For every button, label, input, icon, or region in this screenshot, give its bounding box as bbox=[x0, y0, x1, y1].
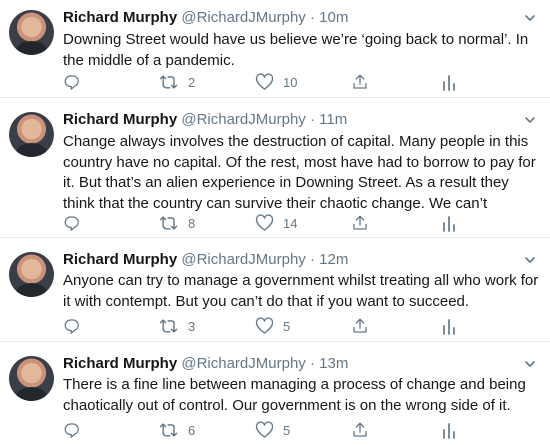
like-button[interactable]: 5 bbox=[255, 316, 290, 336]
share-icon bbox=[353, 74, 367, 89]
retweet-icon bbox=[159, 423, 178, 437]
share-button[interactable] bbox=[351, 420, 369, 440]
author-name[interactable]: Richard Murphy bbox=[63, 111, 177, 128]
like-icon bbox=[255, 317, 274, 334]
analytics-icon bbox=[443, 423, 455, 439]
tweet-actions: 8 14 bbox=[63, 213, 533, 233]
tweet-text: Anyone can try to manage a government wh… bbox=[63, 272, 539, 310]
like-count: 5 bbox=[283, 422, 291, 438]
retweet-count: 2 bbox=[188, 74, 196, 90]
chevron-down-icon[interactable] bbox=[524, 358, 536, 370]
reply-button[interactable] bbox=[63, 420, 81, 440]
tweet[interactable]: Richard Murphy @RichardJMurphy · 10m Dow… bbox=[0, 0, 550, 98]
analytics-button[interactable] bbox=[441, 72, 457, 92]
tweet-header: Richard Murphy @RichardJMurphy · 13m bbox=[63, 354, 348, 374]
share-icon bbox=[353, 422, 367, 437]
separator: · bbox=[309, 251, 315, 268]
retweet-count: 8 bbox=[188, 215, 196, 231]
retweet-button[interactable]: 6 bbox=[159, 420, 195, 440]
author-handle[interactable]: @RichardJMurphy bbox=[181, 111, 305, 128]
analytics-button[interactable] bbox=[441, 316, 457, 336]
like-button[interactable]: 5 bbox=[255, 420, 290, 440]
avatar[interactable] bbox=[9, 356, 54, 401]
reply-icon bbox=[64, 75, 79, 90]
reply-button[interactable] bbox=[63, 316, 81, 336]
avatar[interactable] bbox=[9, 252, 54, 297]
author-handle[interactable]: @RichardJMurphy bbox=[181, 355, 305, 372]
retweet-button[interactable]: 2 bbox=[159, 72, 195, 92]
retweet-count: 6 bbox=[188, 422, 196, 438]
analytics-button[interactable] bbox=[441, 213, 457, 233]
tweet-actions: 2 10 bbox=[63, 72, 533, 92]
avatar[interactable] bbox=[9, 112, 54, 157]
author-handle[interactable]: @RichardJMurphy bbox=[181, 251, 305, 268]
separator: · bbox=[309, 111, 315, 128]
retweet-button[interactable]: 8 bbox=[159, 213, 195, 233]
tweet-text: Change always involves the destruction o… bbox=[63, 133, 536, 212]
author-name[interactable]: Richard Murphy bbox=[63, 355, 177, 372]
tweet-actions: 6 5 bbox=[63, 420, 533, 440]
tweet-actions: 3 5 bbox=[63, 316, 533, 336]
reply-button[interactable] bbox=[63, 213, 81, 233]
tweet-header: Richard Murphy @RichardJMurphy · 12m bbox=[63, 250, 348, 270]
share-icon bbox=[353, 318, 367, 333]
like-icon bbox=[255, 421, 274, 438]
analytics-icon bbox=[443, 75, 455, 91]
separator: · bbox=[309, 9, 315, 26]
author-name[interactable]: Richard Murphy bbox=[63, 9, 177, 26]
reply-icon bbox=[64, 423, 79, 438]
tweet[interactable]: Richard Murphy @RichardJMurphy · 12m Any… bbox=[0, 238, 550, 342]
like-button[interactable]: 14 bbox=[255, 213, 297, 233]
tweet[interactable]: Richard Murphy @RichardJMurphy · 13m The… bbox=[0, 342, 550, 445]
chevron-down-icon[interactable] bbox=[524, 114, 536, 126]
author-name[interactable]: Richard Murphy bbox=[63, 251, 177, 268]
retweet-button[interactable]: 3 bbox=[159, 316, 195, 336]
tweet[interactable]: Richard Murphy @RichardJMurphy · 11m Cha… bbox=[0, 98, 550, 238]
retweet-icon bbox=[159, 216, 178, 230]
tweet-header: Richard Murphy @RichardJMurphy · 11m bbox=[63, 110, 347, 130]
chevron-down-icon[interactable] bbox=[524, 254, 536, 266]
tweet-text: There is a fine line between managing a … bbox=[63, 376, 526, 414]
chevron-down-icon[interactable] bbox=[524, 12, 536, 24]
like-count: 14 bbox=[283, 215, 298, 231]
like-icon bbox=[255, 214, 274, 231]
analytics-icon bbox=[443, 216, 455, 232]
like-count: 5 bbox=[283, 318, 291, 334]
author-handle[interactable]: @RichardJMurphy bbox=[181, 9, 305, 26]
share-button[interactable] bbox=[351, 72, 369, 92]
share-button[interactable] bbox=[351, 213, 369, 233]
timestamp[interactable]: 11m bbox=[319, 111, 347, 128]
retweet-icon bbox=[159, 75, 178, 89]
separator: · bbox=[309, 355, 315, 372]
retweet-icon bbox=[159, 319, 178, 333]
like-icon bbox=[255, 73, 274, 90]
timestamp[interactable]: 10m bbox=[319, 9, 348, 26]
like-button[interactable]: 10 bbox=[255, 72, 297, 92]
reply-icon bbox=[64, 319, 79, 334]
analytics-icon bbox=[443, 319, 455, 335]
share-icon bbox=[353, 215, 367, 230]
tweet-text: Downing Street would have us believe we’… bbox=[63, 31, 529, 69]
avatar[interactable] bbox=[9, 10, 54, 55]
reply-icon bbox=[64, 216, 79, 231]
reply-button[interactable] bbox=[63, 72, 81, 92]
analytics-button[interactable] bbox=[441, 420, 457, 440]
timestamp[interactable]: 13m bbox=[319, 355, 348, 372]
like-count: 10 bbox=[283, 74, 298, 90]
timestamp[interactable]: 12m bbox=[319, 251, 348, 268]
share-button[interactable] bbox=[351, 316, 369, 336]
retweet-count: 3 bbox=[188, 318, 196, 334]
tweet-header: Richard Murphy @RichardJMurphy · 10m bbox=[63, 8, 348, 28]
